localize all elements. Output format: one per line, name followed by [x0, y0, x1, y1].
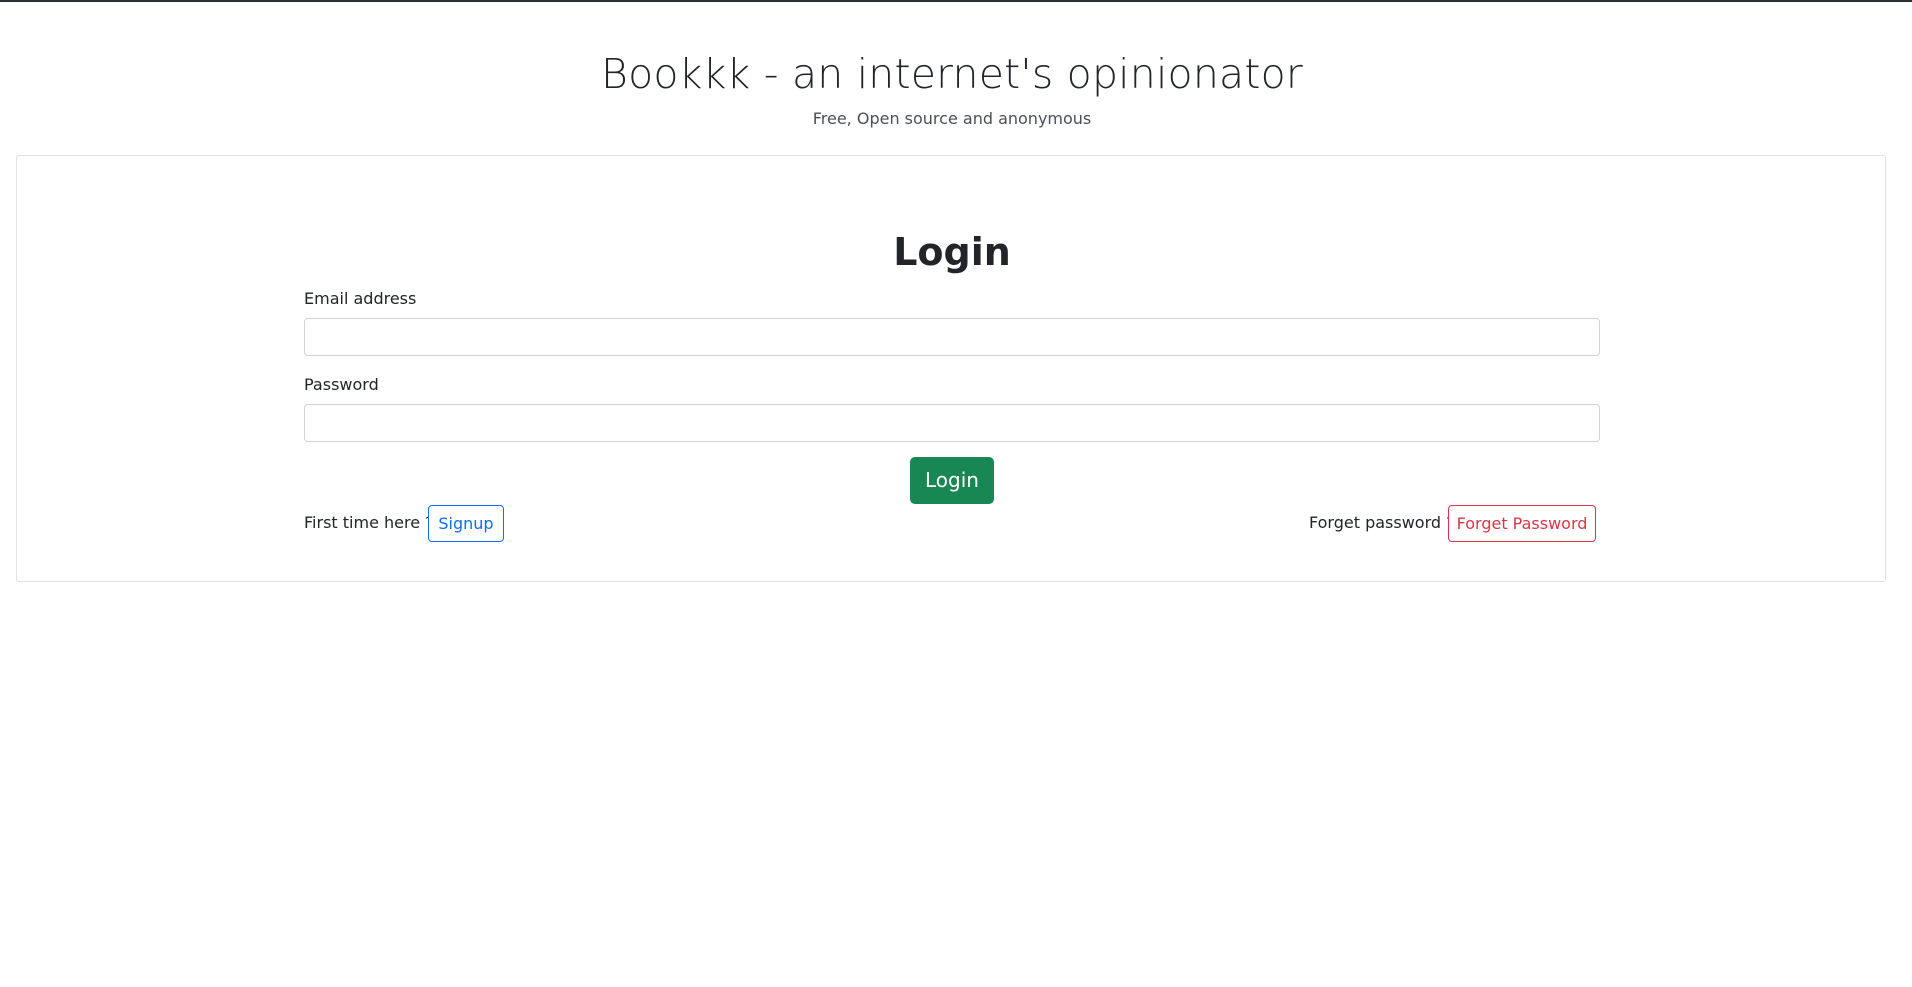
password-field[interactable] [304, 404, 1600, 442]
top-border [0, 0, 1912, 2]
signup-prompt: First time here ? [304, 513, 434, 532]
forgot-password-button[interactable]: Forget Password [1448, 505, 1596, 542]
email-label: Email address [304, 289, 417, 308]
login-heading: Login [893, 230, 1011, 274]
login-card [16, 155, 1886, 582]
email-field[interactable] [304, 318, 1600, 356]
password-label: Password [304, 375, 379, 394]
site-title: Bookkk - an internet's opinionator [601, 50, 1303, 98]
forgot-password-prompt: Forget password ? [1309, 513, 1455, 532]
site-subtitle: Free, Open source and anonymous [812, 109, 1092, 128]
signup-button[interactable]: Signup [428, 505, 504, 542]
login-button[interactable]: Login [910, 457, 994, 504]
